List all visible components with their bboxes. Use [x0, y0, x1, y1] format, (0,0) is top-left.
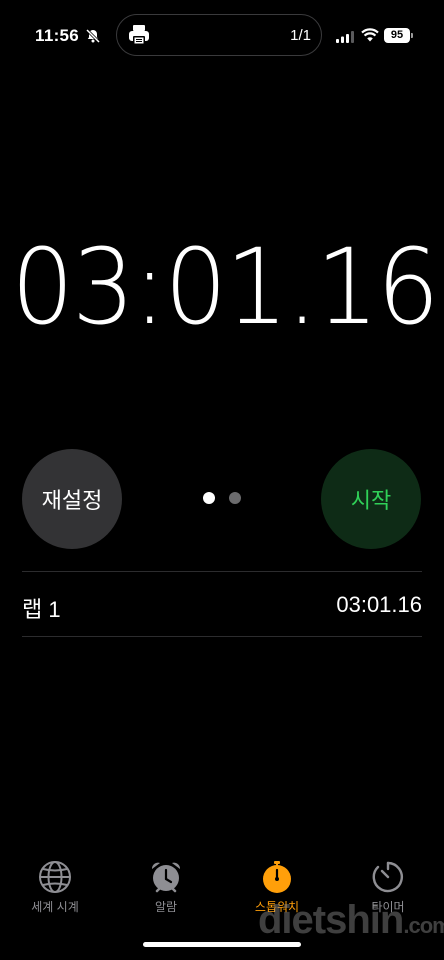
alarm-clock-icon — [111, 860, 221, 894]
lap-divider — [22, 636, 422, 637]
watermark: dietshin.com — [258, 898, 444, 943]
lap-label: 랩 1 — [22, 597, 61, 622]
stopwatch-icon — [222, 860, 332, 894]
globe-icon — [0, 860, 110, 894]
tab-label: 세계 시계 — [31, 900, 79, 914]
watermark-text: dietshin — [258, 898, 404, 942]
status-time: 11:56 — [35, 26, 80, 45]
tab-world-clock[interactable]: 세계 시계 — [0, 860, 110, 915]
cellular-signal-icon — [336, 30, 356, 43]
dynamic-island-live-activity[interactable]: 1/1 — [116, 14, 322, 56]
battery-indicator: 95 — [384, 28, 410, 43]
start-button-label: 시작 — [350, 488, 392, 513]
wifi-icon — [361, 28, 379, 42]
reset-button-label: 재설정 — [41, 488, 103, 513]
print-job-count: 1/1 — [290, 27, 311, 44]
bell-slash-icon — [85, 28, 101, 44]
printer-icon — [127, 23, 151, 47]
stopwatch-time-display: 03:01.16 — [11, 226, 440, 348]
tab-alarm[interactable]: 알람 — [111, 860, 221, 915]
tab-label: 알람 — [154, 900, 178, 914]
page-dot-active[interactable] — [203, 492, 215, 504]
status-bar: 11:56 1/1 95 — [0, 0, 444, 72]
battery-cap — [411, 33, 413, 38]
timer-icon — [333, 860, 443, 894]
lap-row: 랩 1 03:01.16 — [22, 572, 422, 636]
lap-time: 03:01.16 — [336, 592, 422, 617]
home-indicator[interactable] — [143, 942, 301, 947]
start-button[interactable]: 시작 — [321, 449, 421, 549]
reset-button[interactable]: 재설정 — [22, 449, 122, 549]
page-dot[interactable] — [229, 492, 241, 504]
watermark-suffix: .com — [403, 913, 444, 938]
